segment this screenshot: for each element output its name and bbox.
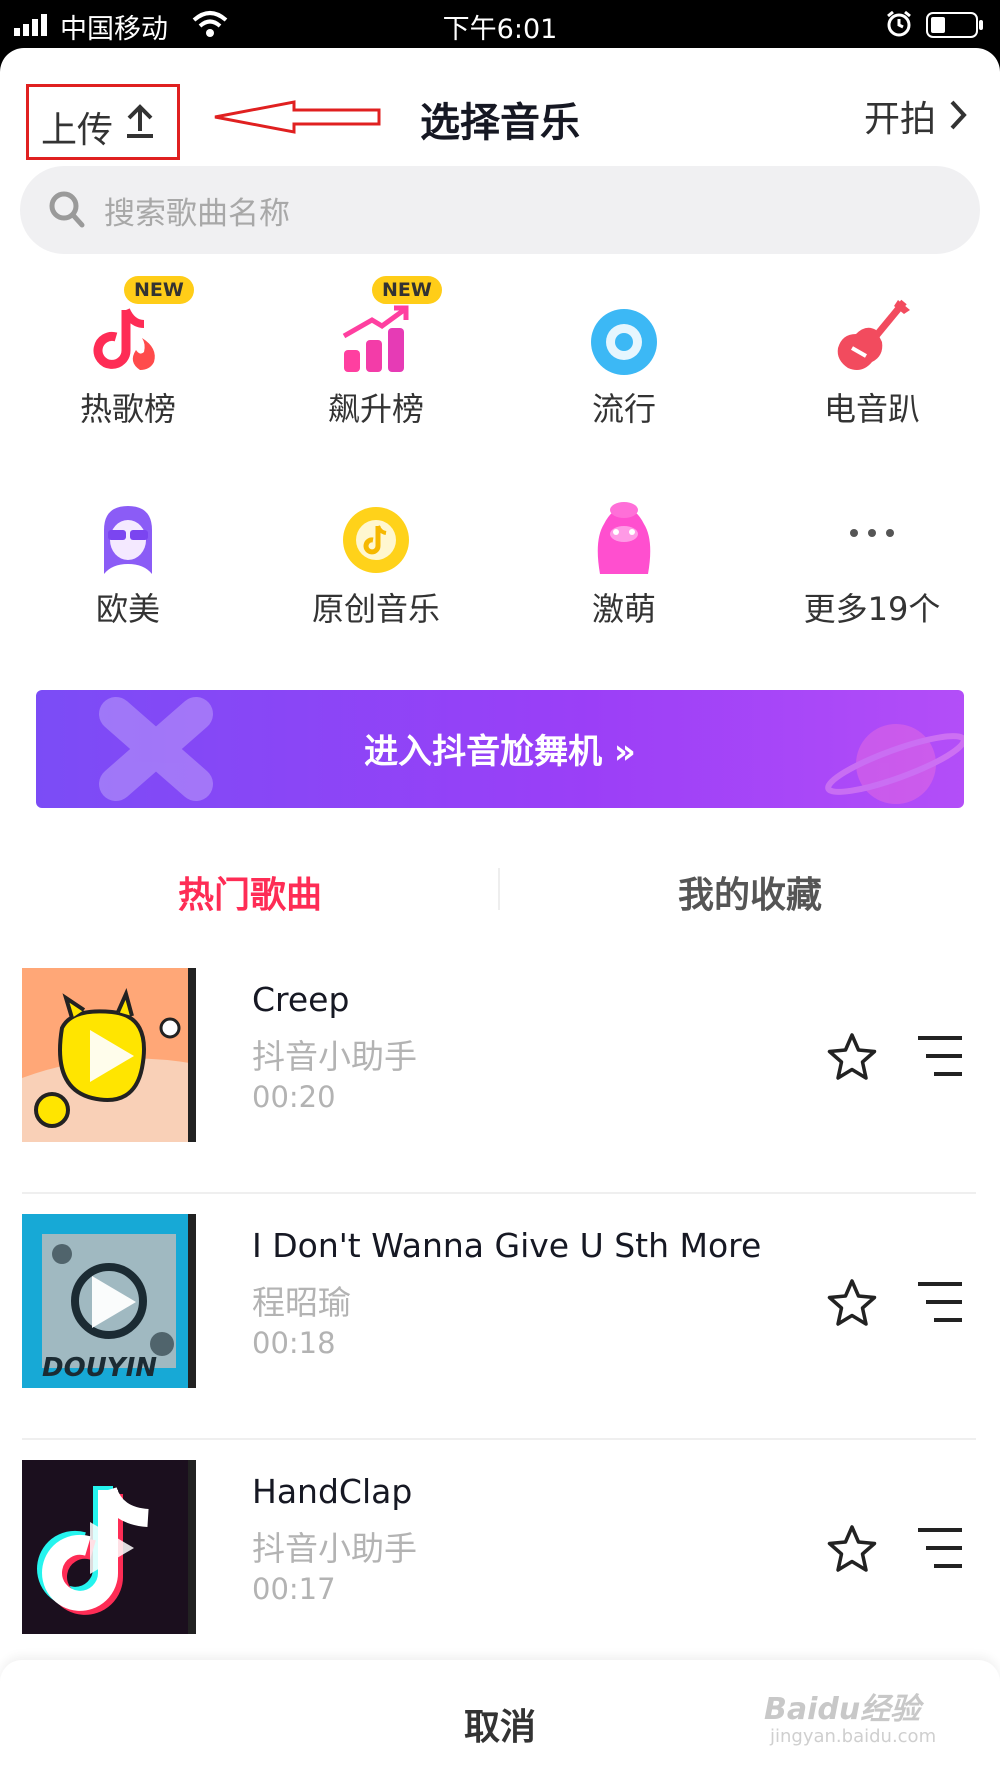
rising-chart-icon bbox=[342, 304, 412, 378]
status-bar: 中国移动 下午6:01 bbox=[0, 0, 1000, 48]
disc-icon bbox=[590, 308, 658, 380]
star-icon[interactable] bbox=[826, 1032, 878, 1086]
category-more[interactable]: 更多19个 bbox=[752, 488, 992, 628]
song-cover[interactable] bbox=[22, 1460, 196, 1634]
woman-sunglasses-icon bbox=[98, 504, 158, 580]
menu-lines-icon[interactable] bbox=[914, 1280, 966, 1328]
category-hot-songs[interactable]: NEW 热歌榜 bbox=[8, 268, 248, 428]
new-badge: NEW bbox=[124, 276, 194, 304]
tab-hot-songs[interactable]: 热门歌曲 bbox=[0, 866, 500, 918]
watermark-logo: Baidu经验 bbox=[764, 1692, 921, 1727]
banner-label: 进入抖音尬舞机 » bbox=[364, 732, 636, 772]
battery-icon bbox=[926, 12, 984, 42]
dance-machine-banner[interactable]: 进入抖音尬舞机 » bbox=[36, 690, 964, 808]
shoot-button[interactable]: 开拍 bbox=[864, 90, 974, 140]
alarm-icon bbox=[886, 10, 912, 42]
chevron-right-icon bbox=[948, 98, 968, 136]
play-icon[interactable] bbox=[84, 1026, 138, 1090]
category-label: 热歌榜 bbox=[79, 390, 176, 428]
category-label: 电音趴 bbox=[823, 390, 920, 428]
category-pop[interactable]: 流行 bbox=[504, 268, 744, 428]
song-artist: 抖音小助手 bbox=[252, 1529, 417, 1568]
song-cover[interactable] bbox=[22, 968, 196, 1142]
guitar-icon bbox=[832, 298, 912, 382]
music-selection-sheet: 上传 选择音乐 开拍 搜索歌曲名称 NEW 热歌榜 NEW 飙升榜 流行 电音趴… bbox=[0, 48, 1000, 1778]
menu-lines-icon[interactable] bbox=[914, 1034, 966, 1082]
category-cute[interactable]: 激萌 bbox=[504, 488, 744, 628]
song-artist: 抖音小助手 bbox=[252, 1037, 417, 1076]
song-title: Creep bbox=[252, 980, 350, 1019]
tab-favorites[interactable]: 我的收藏 bbox=[500, 866, 1000, 918]
song-row[interactable]: DOUYIN I Don't Wanna Give U Sth More 程昭瑜… bbox=[0, 1214, 1000, 1414]
music-note-fire-icon bbox=[92, 304, 164, 380]
new-badge: NEW bbox=[372, 276, 442, 304]
song-row[interactable]: Creep 抖音小助手 00:20 bbox=[0, 968, 1000, 1168]
song-cover[interactable]: DOUYIN bbox=[22, 1214, 196, 1388]
status-time: 下午6:01 bbox=[442, 14, 558, 45]
category-rising[interactable]: NEW 飙升榜 bbox=[256, 268, 496, 428]
category-label: 激萌 bbox=[591, 590, 656, 628]
category-original[interactable]: 原创音乐 bbox=[256, 488, 496, 628]
category-label: 原创音乐 bbox=[311, 590, 440, 628]
category-label: 流行 bbox=[591, 390, 656, 428]
song-duration: 00:20 bbox=[252, 1080, 336, 1114]
category-label: 更多19个 bbox=[803, 590, 941, 628]
menu-lines-icon[interactable] bbox=[914, 1526, 966, 1574]
search-placeholder: 搜索歌曲名称 bbox=[104, 196, 290, 232]
page-title: 选择音乐 bbox=[420, 100, 580, 146]
svg-text:DOUYIN: DOUYIN bbox=[42, 1353, 157, 1383]
watermark-url: jingyan.baidu.com bbox=[770, 1726, 937, 1747]
category-western[interactable]: 欧美 bbox=[8, 488, 248, 628]
star-icon[interactable] bbox=[826, 1278, 878, 1332]
row-divider bbox=[22, 1438, 976, 1440]
cancel-bar: 取消 Baidu经验 jingyan.baidu.com bbox=[0, 1660, 1000, 1778]
category-label: 飙升榜 bbox=[327, 390, 424, 428]
song-duration: 00:17 bbox=[252, 1572, 336, 1606]
star-icon[interactable] bbox=[826, 1524, 878, 1578]
search-input[interactable]: 搜索歌曲名称 bbox=[20, 166, 980, 254]
search-icon bbox=[48, 190, 86, 234]
play-icon[interactable] bbox=[86, 1272, 140, 1336]
shoot-label: 开拍 bbox=[864, 99, 937, 140]
song-artist: 程昭瑜 bbox=[252, 1283, 351, 1322]
song-title: I Don't Wanna Give U Sth More bbox=[252, 1226, 762, 1265]
row-divider bbox=[22, 1192, 976, 1194]
song-title: HandClap bbox=[252, 1472, 413, 1511]
cute-monster-icon bbox=[592, 500, 656, 580]
song-row[interactable]: HandClap 抖音小助手 00:17 bbox=[0, 1460, 1000, 1660]
category-label: 欧美 bbox=[95, 590, 160, 628]
play-icon[interactable] bbox=[84, 1518, 138, 1582]
category-edm[interactable]: 电音趴 bbox=[752, 268, 992, 428]
song-duration: 00:18 bbox=[252, 1326, 336, 1360]
tiktok-disc-icon bbox=[342, 506, 410, 578]
more-dots-icon bbox=[848, 524, 896, 543]
